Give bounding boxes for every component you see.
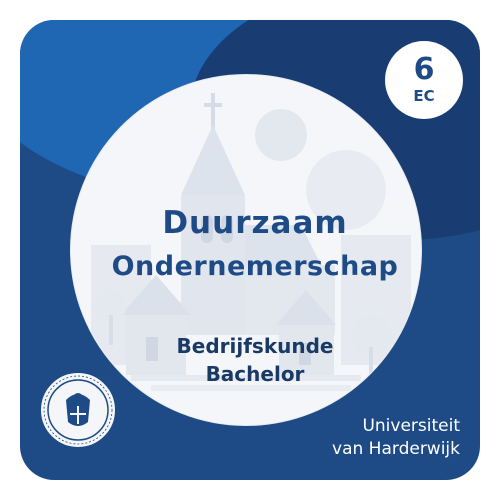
program-level: Bachelor bbox=[205, 362, 305, 386]
university-name-line2: van Harderwijk bbox=[332, 439, 460, 459]
university-seal-icon bbox=[39, 371, 117, 449]
program-name: Bedrijfskunde bbox=[176, 334, 334, 358]
credits-number: 6 bbox=[413, 52, 435, 87]
university-name-line1: Universiteit bbox=[362, 416, 460, 436]
course-title-line2: Ondernemerschap bbox=[111, 251, 399, 282]
course-title-line1: Duurzaam bbox=[162, 205, 348, 241]
credits-badge: 6 EC bbox=[385, 41, 463, 119]
credits-unit: EC bbox=[413, 87, 435, 105]
